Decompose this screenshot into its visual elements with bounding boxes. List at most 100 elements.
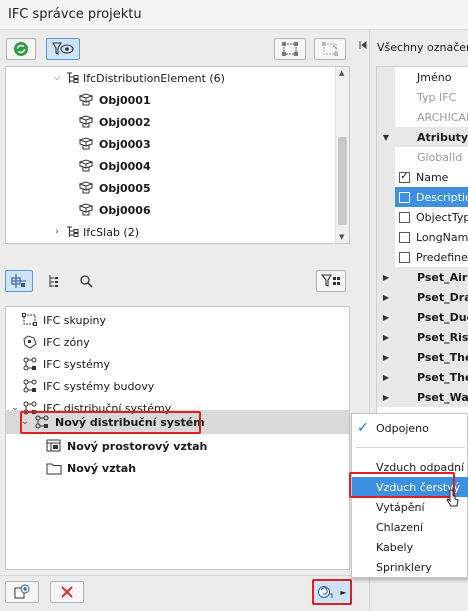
add-icon	[14, 584, 30, 599]
tree-row-object[interactable]: Obj0004	[78, 155, 151, 177]
tree-row-ifc-zony[interactable]: IFC zóny	[22, 331, 90, 353]
tree-row-novy-prostorovy-vztah[interactable]: Nový prostorový vztah	[46, 435, 207, 457]
chevron-right-icon[interactable]: ›	[52, 227, 62, 237]
menu-separator	[356, 447, 465, 448]
chevron-right-icon[interactable]: ▶	[377, 367, 395, 387]
select-elements-button[interactable]	[274, 38, 306, 60]
search-icon	[80, 275, 93, 288]
prop-group-row[interactable]: ▶Pset_Drain	[377, 287, 468, 307]
checkmark-icon: ✓	[357, 420, 369, 436]
mouse-cursor-icon	[446, 489, 459, 507]
tree-row-object[interactable]: Obj0003	[78, 133, 151, 155]
prop-group-row[interactable]: ▶Pset_Warr	[377, 387, 468, 407]
tree-row-object[interactable]: Obj0006	[78, 199, 151, 221]
prop-row[interactable]: ARCHICAD	[377, 107, 468, 127]
system-icon	[23, 379, 37, 393]
menu-item-kabely[interactable]: Kabely	[352, 537, 468, 557]
tree-row-ifc-skupiny[interactable]: IFC skupiny	[22, 309, 106, 331]
deselect-elements-button[interactable]	[314, 38, 346, 60]
menu-item-chlazeni[interactable]: Chlazení	[352, 517, 468, 537]
deselect-elements-icon	[322, 42, 338, 56]
checkbox[interactable]	[399, 251, 410, 263]
scrollbar-thumb[interactable]	[338, 137, 347, 225]
prop-row[interactable]: GlobalId	[377, 147, 468, 167]
tree-row-label: Obj0003	[99, 137, 151, 151]
tree-row-object[interactable]: Obj0005	[78, 177, 151, 199]
prop-group-row[interactable]: ▶Pset_Ther	[377, 347, 468, 367]
prop-group-row[interactable]: ▶Pset_Risk	[377, 327, 468, 347]
chevron-right-icon[interactable]: ▶	[377, 387, 395, 407]
title-bar: IFC správce projektu	[0, 0, 468, 30]
object-icon	[78, 159, 94, 172]
delete-button[interactable]	[50, 581, 84, 603]
chevron-down-icon[interactable]: ⌄	[10, 403, 20, 413]
chevron-right-icon[interactable]: ▶	[377, 347, 395, 367]
tab-search-view[interactable]	[73, 270, 99, 292]
prop-row[interactable]: Typ IFC	[377, 87, 468, 107]
prop-row[interactable]: Jméno	[377, 67, 468, 87]
tree-scrollbar[interactable]: ▲ ▼	[335, 67, 349, 243]
add-new-button[interactable]	[5, 581, 39, 603]
tab-groups-view[interactable]	[5, 270, 33, 292]
object-icon	[78, 115, 94, 128]
system-icon	[23, 357, 37, 371]
refresh-icon	[14, 42, 28, 56]
tree-row-label: IfcDistributionElement (6)	[83, 71, 225, 85]
left-pane: ⌵ IfcDistributionElement (6) Obj0001 Obj…	[0, 30, 357, 611]
tree-row-label: Obj0002	[99, 115, 151, 129]
chevron-right-icon[interactable]: ▶	[377, 327, 395, 347]
tree-row-novy-vztah[interactable]: Nový vztah	[46, 457, 136, 479]
system-type-menu-button[interactable]: ►	[312, 579, 352, 605]
tree-row-object[interactable]: Obj0002	[78, 111, 151, 133]
tree-row-label: IfcSlab (2)	[83, 225, 140, 239]
tree-row-ifcslab[interactable]: › IfcSlab (2)	[52, 221, 139, 243]
tree-row-ifcdistributionelement[interactable]: ⌵ IfcDistributionElement (6)	[52, 67, 225, 89]
prop-check-row[interactable]: LongName	[377, 227, 468, 247]
filter-icon	[321, 274, 340, 287]
scroll-up-icon[interactable]: ▲	[339, 69, 344, 77]
menu-item-odpojeno[interactable]: ✓ Odpojeno	[352, 418, 468, 438]
chevron-right-icon[interactable]: ▶	[377, 267, 395, 287]
prop-check-row[interactable]: Predefined	[377, 247, 468, 267]
chevron-right-icon[interactable]: ▶	[377, 307, 395, 327]
prop-group-row[interactable]: ▶Pset_AirSi	[377, 267, 468, 287]
ifc-class-icon	[67, 72, 79, 83]
tree-row-ifc-systemy[interactable]: IFC systémy	[22, 353, 110, 375]
checkbox[interactable]	[399, 211, 410, 223]
bottom-toolbar: ►	[0, 575, 357, 611]
tree-row-label: IFC systémy budovy	[43, 379, 155, 393]
tree-row-label: Obj0001	[99, 93, 151, 107]
filter-options-button[interactable]	[316, 270, 346, 292]
spatial-relation-icon	[46, 439, 61, 452]
checkbox-checked[interactable]: ✓	[399, 171, 410, 183]
prop-group-row[interactable]: ▶Pset_Duct	[377, 307, 468, 327]
chevron-down-icon[interactable]: ▼	[377, 127, 395, 147]
folder-icon	[46, 463, 62, 475]
checkbox[interactable]	[399, 191, 410, 203]
menu-item-sprinklery[interactable]: Sprinklery	[352, 557, 468, 577]
prop-group-row[interactable]: ▼ Atributy	[377, 127, 468, 147]
tab-hierarchy-view[interactable]	[41, 270, 67, 292]
checkbox[interactable]	[399, 231, 410, 243]
chevron-down-icon[interactable]: ⌵	[52, 73, 62, 83]
prop-check-row[interactable]: ObjectType	[377, 207, 468, 227]
chevron-right-icon[interactable]: ▶	[377, 287, 395, 307]
prop-check-row-selected[interactable]: Description	[377, 187, 468, 207]
tree-row-object[interactable]: Obj0001	[78, 89, 151, 111]
object-icon	[78, 137, 94, 150]
hierarchy-icon	[49, 275, 58, 287]
prop-group-row[interactable]: ▶Pset_Ther	[377, 367, 468, 387]
prop-check-row[interactable]: ✓ Name	[377, 167, 468, 187]
zone-icon	[23, 335, 37, 349]
object-icon	[78, 93, 94, 106]
menu-arrow-icon: ►	[340, 587, 347, 597]
filter-view-button[interactable]	[46, 38, 80, 60]
filter-eye-icon	[52, 42, 74, 55]
tree-row-label: Obj0005	[99, 181, 151, 195]
tree-row-label: Obj0006	[99, 203, 151, 217]
refresh-button[interactable]	[6, 38, 36, 60]
collapse-arrow-icon[interactable]	[358, 40, 368, 50]
scroll-down-icon[interactable]: ▼	[339, 233, 344, 241]
object-icon	[78, 203, 94, 216]
tree-row-ifc-systemy-budovy[interactable]: IFC systémy budovy	[22, 375, 154, 397]
